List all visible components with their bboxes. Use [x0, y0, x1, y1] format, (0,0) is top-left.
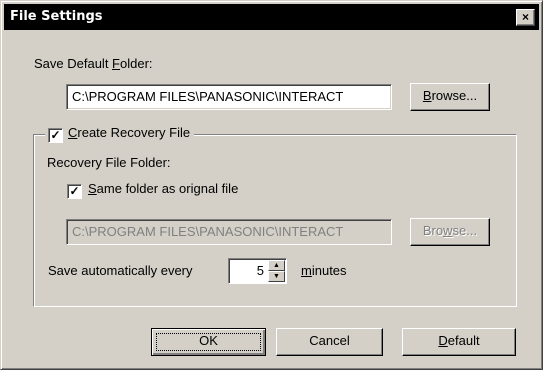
minutes-label: minutes	[301, 263, 347, 278]
spin-up-icon[interactable]: ▲	[268, 260, 285, 271]
autosave-interval-spinner[interactable]: 5 ▲ ▼	[228, 258, 287, 284]
spinner-buttons: ▲ ▼	[268, 260, 285, 282]
save-default-folder-input[interactable]: C:\PROGRAM FILES\PANASONIC\INTERACT	[66, 84, 392, 110]
create-recovery-checkbox[interactable]: ✓	[48, 128, 63, 143]
spin-down-icon[interactable]: ▼	[268, 271, 285, 282]
browse-button[interactable]: Browse...	[410, 83, 490, 111]
recovery-browse-button[interactable]: Browse...	[410, 218, 490, 246]
cancel-button[interactable]: Cancel	[276, 328, 383, 356]
same-folder-checkbox[interactable]: ✓	[67, 184, 82, 199]
recovery-folder-input[interactable]: C:\PROGRAM FILES\PANASONIC\INTERACT	[66, 219, 392, 245]
autosave-label: Save automatically every	[48, 263, 193, 278]
close-button[interactable]: ×	[516, 9, 535, 26]
file-settings-dialog: File Settings × Save Default Folder: C:\…	[0, 0, 543, 370]
ok-button[interactable]: OK	[151, 328, 266, 356]
close-icon: ×	[521, 10, 529, 24]
check-icon: ✓	[69, 184, 80, 198]
title-bar[interactable]: File Settings ×	[4, 4, 539, 30]
create-recovery-row[interactable]: ✓ Create Recovery File	[45, 125, 195, 143]
save-default-folder-label: Save Default Folder:	[34, 56, 153, 71]
default-button[interactable]: Default	[402, 328, 516, 356]
same-folder-row[interactable]: ✓ Same folder as orignal file	[67, 181, 238, 199]
recovery-folder-label: Recovery File Folder:	[47, 155, 171, 170]
window-title: File Settings	[10, 9, 103, 24]
check-icon: ✓	[50, 128, 61, 142]
focus-rect	[156, 333, 261, 351]
autosave-interval-value[interactable]: 5	[257, 263, 264, 278]
